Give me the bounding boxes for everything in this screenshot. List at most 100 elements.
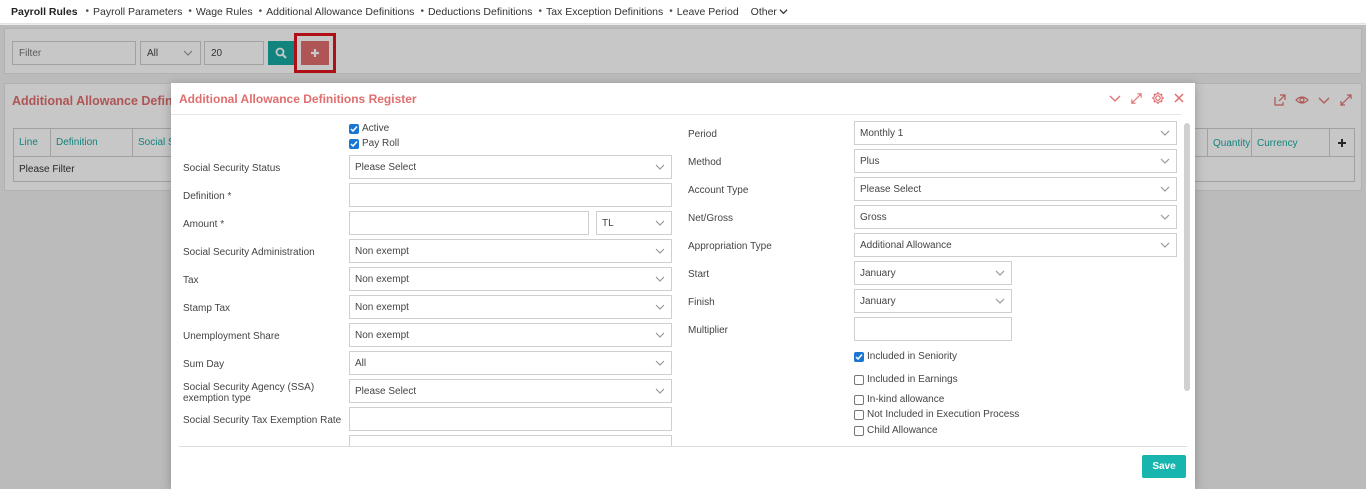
account-type-select[interactable]: Please Select: [854, 177, 1177, 201]
ss-administration-label: Social Security Administration: [183, 247, 315, 258]
ssa-exemption-type-select[interactable]: Please Select: [349, 379, 672, 403]
ssa-exemption-type-value: Please Select: [355, 385, 417, 397]
chevron-down-icon: [655, 276, 665, 282]
account-type-value: Please Select: [860, 183, 922, 195]
definition-input[interactable]: [349, 183, 672, 207]
payroll-checkbox[interactable]: Pay Roll: [349, 138, 399, 149]
nav-item-deductions[interactable]: Deductions Definitions: [428, 6, 532, 18]
nav-other-menu[interactable]: Other: [751, 6, 788, 18]
chevron-down-icon: [655, 304, 665, 310]
definition-label: Definition *: [183, 191, 232, 202]
multiplier-label: Multiplier: [688, 325, 729, 336]
tax-select[interactable]: Non exempt: [349, 267, 672, 291]
currency-select[interactable]: TL: [596, 211, 672, 235]
tax-value: Non exempt: [355, 273, 409, 285]
sum-day-value: All: [355, 357, 367, 369]
chevron-down-icon: [1160, 158, 1170, 164]
ss-administration-value: Non exempt: [355, 245, 409, 257]
modal-scrollbar[interactable]: [1184, 123, 1190, 391]
method-select[interactable]: Plus: [854, 149, 1177, 173]
chevron-down-icon: [995, 270, 1005, 276]
ss-administration-select[interactable]: Non exempt: [349, 239, 672, 263]
nav-other-label: Other: [750, 5, 777, 18]
child-allowance-checkbox[interactable]: Child Allowance: [854, 425, 938, 436]
expand-icon[interactable]: [1130, 92, 1143, 105]
checkbox-unchecked-icon: [854, 409, 864, 420]
ss-tax-exemption-rate-input[interactable]: [349, 407, 672, 431]
chevron-down-icon: [779, 9, 788, 15]
net-gross-select[interactable]: Gross: [854, 205, 1177, 229]
nav-item-wage-rules[interactable]: Wage Rules: [196, 6, 253, 18]
nav-item-tax-exception[interactable]: Tax Exception Definitions: [546, 6, 663, 18]
in-kind-allowance-label: In-kind allowance: [867, 394, 945, 405]
start-value: January: [860, 267, 896, 279]
net-gross-label: Net/Gross: [688, 213, 734, 224]
net-gross-value: Gross: [860, 211, 887, 223]
nav-separator: •: [669, 6, 673, 17]
save-button[interactable]: Save: [1142, 455, 1186, 478]
chevron-down-icon: [655, 220, 665, 226]
included-in-earnings-checkbox[interactable]: Included in Earnings: [854, 374, 958, 385]
nav-item-payroll-rules[interactable]: Payroll Rules: [11, 6, 78, 18]
unemployment-share-value: Non exempt: [355, 329, 409, 341]
stamp-tax-value: Non exempt: [355, 301, 409, 313]
finish-value: January: [860, 295, 896, 307]
nav-item-additional-allowance[interactable]: Additional Allowance Definitions: [266, 6, 414, 18]
register-modal: Additional Allowance Definitions Registe…: [171, 83, 1195, 489]
amount-input[interactable]: [349, 211, 589, 235]
chevron-down-icon: [1160, 186, 1170, 192]
checkbox-unchecked-icon: [854, 394, 864, 405]
included-in-earnings-label: Included in Earnings: [867, 374, 958, 385]
payroll-label: Pay Roll: [362, 138, 400, 149]
nav-separator: •: [188, 6, 192, 17]
start-select[interactable]: January: [854, 261, 1012, 285]
sum-day-select[interactable]: All: [349, 351, 672, 375]
not-included-execution-checkbox[interactable]: Not Included in Execution Process: [854, 409, 1019, 420]
chevron-down-icon: [1160, 214, 1170, 220]
finish-select[interactable]: January: [854, 289, 1012, 313]
gear-icon[interactable]: [1151, 91, 1165, 105]
unemployment-share-label: Unemployment Share: [183, 331, 280, 342]
checkbox-checked-icon: [349, 123, 359, 134]
social-security-status-select[interactable]: Please Select: [349, 155, 672, 179]
active-label: Active: [362, 123, 390, 134]
modal-body: Active Pay Roll Social Security Status D…: [171, 114, 1181, 446]
modal-title: Additional Allowance Definitions Registe…: [179, 92, 417, 106]
period-label: Period: [688, 129, 717, 140]
chevron-down-icon: [655, 360, 665, 366]
active-checkbox[interactable]: Active: [349, 123, 389, 134]
nav-item-payroll-parameters[interactable]: Payroll Parameters: [93, 6, 182, 18]
multiplier-input[interactable]: [854, 317, 1012, 341]
close-icon[interactable]: [1173, 92, 1185, 104]
next-field-partial[interactable]: [349, 435, 672, 446]
unemployment-share-select[interactable]: Non exempt: [349, 323, 672, 347]
tax-label: Tax: [183, 275, 199, 286]
start-label: Start: [688, 269, 710, 280]
nav-item-leave-period[interactable]: Leave Period: [677, 6, 739, 18]
chevron-down-icon[interactable]: [1108, 91, 1122, 105]
period-select[interactable]: Monthly 1: [854, 121, 1177, 145]
appropriation-type-select[interactable]: Additional Allowance: [854, 233, 1177, 257]
chevron-down-icon: [1160, 242, 1170, 248]
stamp-tax-select[interactable]: Non exempt: [349, 295, 672, 319]
nav-separator: •: [420, 6, 424, 17]
checkbox-checked-icon: [854, 351, 864, 362]
stamp-tax-label: Stamp Tax: [183, 303, 231, 314]
nav-separator: •: [258, 6, 263, 17]
included-in-seniority-label: Included in Seniority: [867, 351, 958, 362]
checkbox-checked-icon: [349, 138, 359, 149]
chevron-down-icon: [655, 388, 665, 394]
finish-label: Finish: [688, 297, 715, 308]
in-kind-allowance-checkbox[interactable]: In-kind allowance: [854, 394, 944, 405]
appropriation-type-label: Appropriation Type: [688, 241, 772, 252]
method-label: Method: [688, 157, 722, 168]
nav-separator: •: [538, 6, 542, 17]
currency-value: TL: [602, 217, 614, 229]
child-allowance-label: Child Allowance: [867, 425, 938, 436]
included-in-seniority-checkbox[interactable]: Included in Seniority: [854, 351, 957, 362]
chevron-down-icon: [995, 298, 1005, 304]
account-type-label: Account Type: [688, 185, 749, 196]
checkbox-unchecked-icon: [854, 425, 864, 436]
ss-tax-exemption-rate-label: Social Security Tax Exemption Rate: [183, 415, 342, 426]
chevron-down-icon: [1160, 130, 1170, 136]
